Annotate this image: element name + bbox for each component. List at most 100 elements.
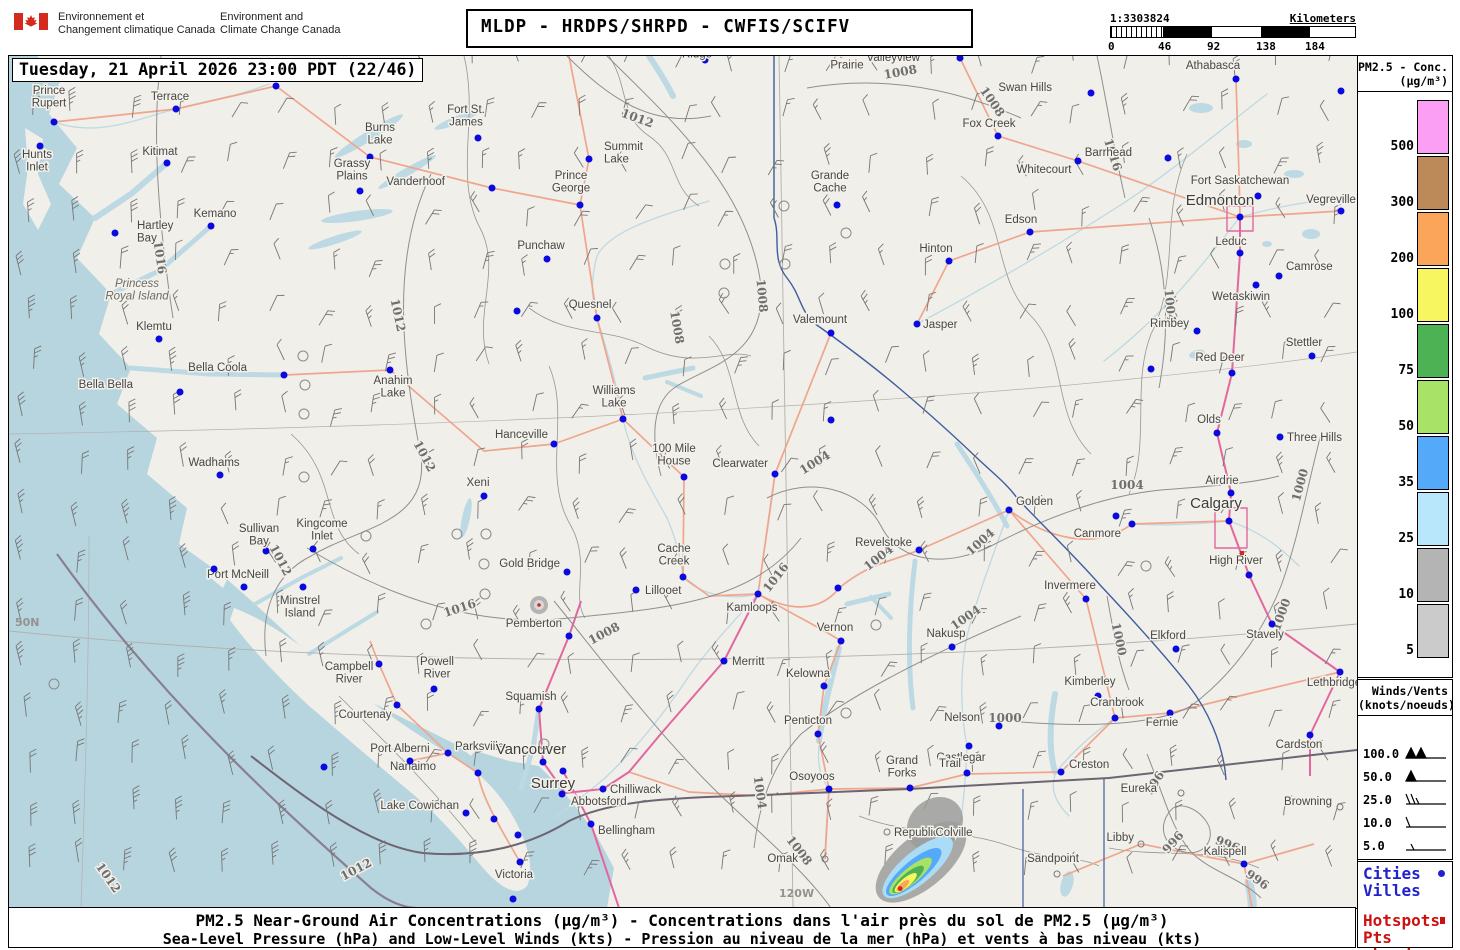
city-label: Cardston: [1276, 739, 1323, 751]
city-label: Eureka: [1121, 783, 1158, 795]
city-label: Fox Creek: [962, 118, 1015, 130]
pm25-color-swatch: [1417, 268, 1449, 322]
pm25-legend-row: 50: [1358, 378, 1452, 434]
city-label: GrandePrairie: [828, 56, 866, 72]
pm25-legend-title: PM2.5 - Conc. (µg/m³): [1358, 56, 1452, 88]
winds-legend-rows: 100.0 50.0 25.0 10.0 5.0: [1358, 742, 1452, 857]
city-label: Kitimat: [142, 146, 178, 158]
svg-text:1004: 1004: [963, 526, 997, 559]
cities-label-en: Cities: [1363, 864, 1421, 883]
pm25-color-swatch: [1417, 604, 1449, 658]
city-label: Leduc: [1215, 236, 1247, 248]
map-title-box: MLDP - HRDPS/SHRPD - CWFIS/SCIFV: [466, 9, 973, 48]
city-label: Kamloops: [726, 602, 777, 614]
city-label: Barrhead: [1085, 147, 1132, 159]
city-label: Whitecourt: [1017, 164, 1073, 176]
city-label: Trail: [939, 758, 961, 770]
city-label: 100 Mile House: [652, 443, 695, 468]
city-label: Athabasca: [1186, 60, 1241, 72]
city-label: Victoria: [495, 869, 534, 881]
city-label: Abbotsford: [571, 796, 627, 808]
pm25-legend-row: 75: [1358, 322, 1452, 378]
city-label: Powell River: [420, 656, 454, 681]
svg-text:50N: 50N: [15, 616, 40, 629]
svg-text:1016: 1016: [442, 596, 478, 620]
city-label: Summit Lake: [604, 141, 644, 166]
city-label: Creston: [1069, 759, 1109, 771]
city-label: Penticton: [784, 715, 832, 727]
svg-text:1012: 1012: [411, 438, 439, 474]
city-label: Omak: [767, 853, 798, 865]
pm25-color-swatch: [1417, 156, 1449, 210]
city-label: High River: [1209, 555, 1263, 567]
cities-legend-row: Cities: [1363, 865, 1447, 882]
pm25-legend-row: 25: [1358, 490, 1452, 546]
scale-seg-white: [1212, 27, 1261, 37]
pm25-level-label: 5: [1406, 643, 1414, 658]
scale-seg-hatched: [1111, 27, 1163, 37]
svg-text:1012: 1012: [619, 106, 655, 131]
wind-legend-row: 25.0: [1358, 788, 1452, 811]
city-label: Gold Bridge: [499, 558, 560, 570]
wind-legend-row: 50.0: [1358, 765, 1452, 788]
city-label: Jasper: [923, 319, 958, 331]
city-label: Clearwater: [712, 458, 768, 470]
city-label: Golden: [1016, 496, 1053, 508]
city-label: Rimbey: [1150, 318, 1189, 330]
weather-map-page: Environnement et Changement climatique C…: [0, 0, 1460, 950]
city-label: Edson: [1005, 214, 1038, 226]
city-label: Hanceville: [495, 429, 548, 441]
hotspots-legend-row: Hotspots: [1363, 912, 1447, 929]
svg-text:1004: 1004: [797, 448, 833, 478]
pm25-level-label: 35: [1398, 475, 1414, 490]
canada-flag-icon: [14, 13, 48, 30]
svg-text:1000: 1000: [1289, 467, 1311, 503]
city-label: Squamish: [505, 691, 556, 703]
scale-seg-white: [1310, 27, 1355, 37]
city-label: Courtenay: [338, 709, 391, 721]
pm25-level-label: 100: [1390, 307, 1414, 322]
wind-barb-icon: [1405, 816, 1446, 828]
scale-ratio: 1:3303824: [1110, 12, 1170, 25]
pm25-legend-row: 100: [1358, 266, 1452, 322]
pm25-level-label: 200: [1390, 251, 1414, 266]
city-label: Wetaskiwin: [1212, 291, 1270, 303]
city-label: Wadhams: [188, 457, 240, 469]
hotspots-label-fr: Pts chauds: [1363, 928, 1421, 950]
pm25-legend-row: 10: [1358, 546, 1452, 602]
pm25-color-swatch: [1417, 324, 1449, 378]
wind-speed-label: 25.0: [1363, 792, 1392, 807]
city-label: Elkford: [1150, 630, 1186, 642]
pm25-level-label: 75: [1398, 363, 1414, 378]
city-label: Grande Cache: [811, 170, 849, 195]
city-label: Invermere: [1044, 580, 1096, 592]
city-label: Vernon: [817, 622, 853, 634]
city-label: Quesnel: [569, 299, 612, 311]
map[interactable]: 1016 1016 1016 1016 1012 1012 1012 1012 1012 1012…: [8, 35, 1363, 913]
pm25-legend-title-line1: PM2.5 - Conc.: [1358, 60, 1449, 74]
scale-tick: 92: [1207, 40, 1221, 53]
city-label: Fernie: [1146, 717, 1179, 729]
city-label: Kingcome Inlet: [296, 518, 347, 543]
pm25-color-swatch: [1417, 212, 1449, 266]
pm25-legend-row: 35: [1358, 434, 1452, 490]
city-label: Osoyoos: [789, 771, 835, 783]
city-label: Surrey: [531, 775, 576, 792]
scale-ticks: 0 46 92 138 184: [1108, 40, 1358, 53]
city-label: Hinton: [919, 243, 952, 255]
city-label: Xeni: [466, 477, 489, 489]
city-label: Stettler: [1286, 337, 1323, 349]
cities-legend-row-fr: Villes: [1363, 882, 1447, 899]
svg-text:1000: 1000: [1109, 621, 1130, 657]
svg-text:1008: 1008: [667, 310, 687, 345]
pm25-legend-row: 200: [1358, 210, 1452, 266]
map-canvas[interactable]: 1016101610161016101210121012101210121012…: [8, 35, 1363, 913]
scale-bar-graphic: [1110, 26, 1356, 38]
pm25-legend-rows: 500 300 200 100 75 50 35 25 10 5: [1358, 98, 1452, 658]
agency-name-fr: Environnement et Changement climatique C…: [58, 11, 216, 36]
svg-text:1000: 1000: [988, 711, 1021, 725]
pm25-level-label: 25: [1398, 531, 1414, 546]
city-label: Canmore: [1074, 528, 1121, 540]
city-label: Anahim Lake: [374, 375, 413, 400]
city-label: Kelowna: [786, 668, 831, 680]
